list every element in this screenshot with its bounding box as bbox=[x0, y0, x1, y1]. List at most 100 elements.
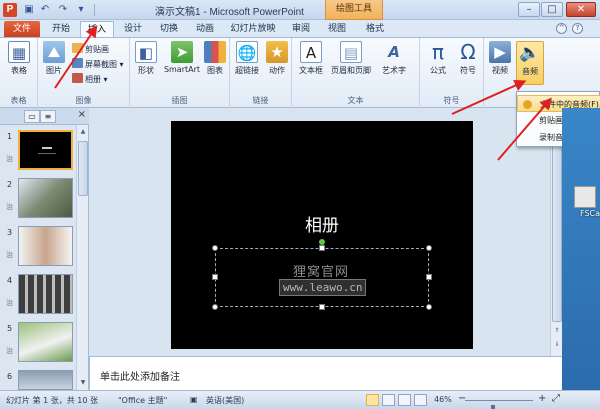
group-text: A 文本框 ▤ 页眉和页脚 A 艺术字 文本 bbox=[292, 38, 420, 108]
language[interactable]: 英语(美国) bbox=[206, 395, 244, 406]
tab-insert[interactable]: 插入 bbox=[80, 21, 114, 37]
maximize-button[interactable]: □ bbox=[541, 2, 563, 17]
resize-handle[interactable] bbox=[319, 304, 325, 310]
drawing-tools-context: 绘图工具 bbox=[325, 0, 383, 20]
group-tables: ▦ 表格 表格 bbox=[0, 38, 38, 108]
redo-icon[interactable]: ↷ bbox=[56, 3, 70, 17]
desktop-file-icon[interactable] bbox=[574, 186, 596, 208]
notes-placeholder[interactable]: 单击此处添加备注 bbox=[100, 368, 180, 383]
slide-thumbnail[interactable] bbox=[18, 178, 73, 218]
table-icon: ▦ bbox=[8, 41, 30, 63]
tab-file[interactable]: 文件 bbox=[4, 21, 40, 37]
undo-icon[interactable]: ↶ bbox=[38, 3, 52, 17]
textbox-icon: A bbox=[300, 41, 322, 63]
chart-icon bbox=[204, 41, 226, 63]
wordart-icon: A bbox=[388, 43, 400, 61]
resize-handle[interactable] bbox=[426, 304, 432, 310]
language-icon[interactable]: ▣ bbox=[190, 395, 198, 404]
resize-handle[interactable] bbox=[426, 245, 432, 251]
action-button[interactable]: ★ 动作 bbox=[264, 41, 290, 76]
resize-handle[interactable] bbox=[319, 245, 325, 251]
window-title: 演示文稿1 - Microsoft PowerPoint bbox=[155, 7, 304, 18]
save-icon[interactable]: ▣ bbox=[22, 3, 36, 17]
tab-design[interactable]: 设计 bbox=[118, 21, 148, 37]
resize-handle[interactable] bbox=[426, 274, 432, 280]
resize-handle[interactable] bbox=[212, 274, 218, 280]
zoom-level[interactable]: 46% bbox=[434, 395, 452, 404]
table-button[interactable]: ▦ 表格 bbox=[4, 41, 34, 76]
group-symbols: π 公式 Ω 符号 符号 bbox=[420, 38, 484, 108]
slide-thumbnail-pane: ▭ ≡ × 1 治 2 治 3 治 4 治 5 治 6 ▲ ▼ bbox=[0, 108, 89, 390]
slide-thumbnail[interactable] bbox=[18, 370, 73, 390]
scroll-thumb[interactable] bbox=[78, 141, 88, 196]
resize-handle[interactable] bbox=[212, 245, 218, 251]
header-footer-button[interactable]: ▤ 页眉和页脚 bbox=[328, 41, 374, 76]
slide-title[interactable]: 相册 bbox=[171, 211, 473, 236]
slide-thumbnail[interactable] bbox=[18, 226, 73, 266]
tab-format[interactable]: 格式 bbox=[360, 21, 390, 37]
hyperlink-button[interactable]: 🌐 超链接 bbox=[232, 41, 262, 76]
video-button[interactable]: ▶ 视频 bbox=[486, 41, 514, 76]
outline-tab[interactable]: ≡ bbox=[40, 110, 56, 123]
reading-view-button[interactable] bbox=[398, 394, 411, 406]
symbol-button[interactable]: Ω 符号 bbox=[454, 41, 482, 76]
tab-review[interactable]: 审阅 bbox=[286, 21, 316, 37]
group-illustrations: ◧ 形状 ➤ SmartArt 图表 插图 bbox=[130, 38, 230, 108]
next-slide-icon[interactable]: ⇓ bbox=[552, 340, 562, 350]
customize-icon[interactable]: ▾ bbox=[74, 3, 88, 17]
picture-button[interactable]: ⛰ 图片 bbox=[40, 41, 68, 76]
close-button[interactable]: ✕ bbox=[566, 2, 596, 17]
speaker-icon: 🔈 bbox=[519, 43, 541, 63]
theme-name: "Office 主题" bbox=[118, 396, 168, 405]
slide-sorter-button[interactable] bbox=[382, 394, 395, 406]
screenshot-button[interactable]: 屏幕截图 ▾ bbox=[72, 58, 124, 71]
audio-file-icon bbox=[523, 100, 532, 109]
scroll-up-icon[interactable]: ▲ bbox=[78, 127, 88, 137]
current-slide[interactable]: 相册 狸窝官网 www.leawo.cn bbox=[171, 121, 473, 349]
header-footer-icon: ▤ bbox=[340, 41, 362, 63]
slide-thumbnail[interactable] bbox=[18, 322, 73, 362]
resize-handle[interactable] bbox=[212, 304, 218, 310]
pane-close-icon[interactable]: × bbox=[78, 109, 86, 120]
help-icon[interactable]: ? bbox=[572, 23, 583, 34]
pane-tabs: ▭ ≡ × bbox=[0, 108, 89, 125]
group-links: 🌐 超链接 ★ 动作 链接 bbox=[230, 38, 292, 108]
ribbon-minimize-icon[interactable]: ^ bbox=[556, 23, 567, 34]
scroll-down-icon[interactable]: ▼ bbox=[78, 378, 88, 388]
wordart-button[interactable]: A 艺术字 bbox=[374, 41, 414, 76]
tab-animations[interactable]: 动画 bbox=[190, 21, 220, 37]
clipart-button[interactable]: 剪贴画 bbox=[72, 43, 109, 56]
equation-button[interactable]: π 公式 bbox=[424, 41, 452, 76]
slide-thumbnail[interactable] bbox=[18, 274, 73, 314]
chart-button[interactable]: 图表 bbox=[202, 41, 228, 76]
normal-view-button[interactable] bbox=[366, 394, 379, 406]
photo-album-button[interactable]: 相册 ▾ bbox=[72, 73, 108, 86]
omega-icon: Ω bbox=[460, 40, 476, 64]
thumbnail-scrollbar[interactable]: ▲ ▼ bbox=[76, 125, 88, 390]
watermark-text: 狸窝官网 bbox=[293, 265, 350, 280]
audio-button[interactable]: 🔈 音频 bbox=[516, 41, 544, 85]
slides-tab[interactable]: ▭ bbox=[24, 110, 40, 123]
notes-pane[interactable]: 单击此处添加备注 bbox=[89, 356, 562, 390]
textbox-button[interactable]: A 文本框 bbox=[296, 41, 326, 76]
smartart-button[interactable]: ➤ SmartArt bbox=[162, 41, 202, 74]
zoom-slider[interactable] bbox=[465, 400, 533, 409]
minimize-button[interactable]: – bbox=[518, 2, 540, 17]
shapes-button[interactable]: ◧ 形状 bbox=[132, 41, 160, 76]
tab-transitions[interactable]: 切换 bbox=[154, 21, 184, 37]
slideshow-view-button[interactable] bbox=[414, 394, 427, 406]
scroll-thumb[interactable] bbox=[552, 122, 562, 322]
zoom-knob[interactable] bbox=[491, 405, 495, 409]
slide-thumbnail[interactable] bbox=[18, 130, 73, 170]
prev-slide-icon[interactable]: ⇑ bbox=[552, 326, 562, 336]
fit-to-window-icon[interactable]: ⤢ bbox=[552, 393, 560, 404]
zoom-out-icon[interactable]: − bbox=[458, 393, 466, 404]
powerpoint-icon[interactable]: P bbox=[3, 3, 17, 17]
tab-slideshow[interactable]: 幻灯片放映 bbox=[228, 21, 278, 37]
zoom-in-icon[interactable]: + bbox=[538, 393, 546, 404]
shapes-icon: ◧ bbox=[135, 41, 157, 63]
tab-home[interactable]: 开始 bbox=[46, 21, 76, 37]
film-icon: ▶ bbox=[489, 41, 511, 63]
tab-view[interactable]: 视图 bbox=[322, 21, 352, 37]
hyperlink-icon: 🌐 bbox=[236, 41, 258, 63]
